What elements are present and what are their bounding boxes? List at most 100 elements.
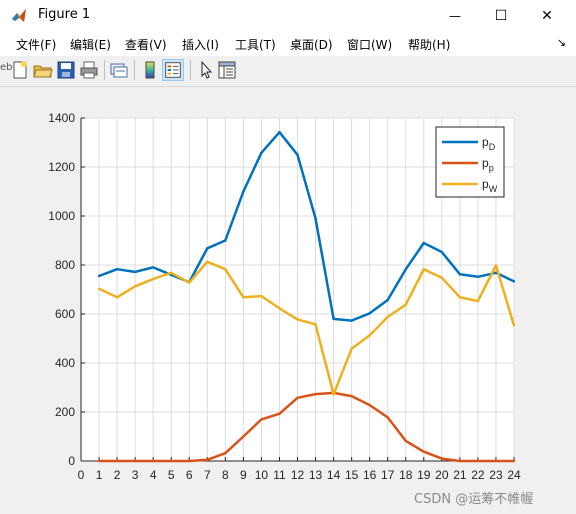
data-point bbox=[314, 323, 317, 326]
x-tick-label: 20 bbox=[435, 468, 449, 482]
menu-edit[interactable]: 编辑(E) bbox=[70, 36, 111, 53]
minimize-button[interactable]: — bbox=[432, 0, 478, 32]
data-point bbox=[188, 281, 191, 284]
x-tick-label: 14 bbox=[327, 468, 341, 482]
x-tick-label: 17 bbox=[381, 468, 395, 482]
title-bar: Figure 1 — ☐ ✕ bbox=[0, 0, 576, 32]
y-tick-label: 800 bbox=[55, 258, 75, 272]
menu-window[interactable]: 窗口(W) bbox=[347, 36, 392, 53]
x-tick-label: 23 bbox=[489, 468, 503, 482]
open-folder-icon[interactable] bbox=[32, 59, 54, 81]
data-point bbox=[206, 458, 209, 461]
x-tick-label: 8 bbox=[222, 468, 229, 482]
figure-window: Figure 1 — ☐ ✕ 文件(F) 编辑(E) 查看(V) 插入(I) 工… bbox=[0, 0, 576, 514]
save-icon[interactable] bbox=[55, 59, 77, 81]
data-point bbox=[278, 131, 281, 134]
data-point bbox=[476, 459, 480, 463]
data-point bbox=[440, 457, 444, 460]
data-point bbox=[206, 260, 209, 264]
toolbar-separator bbox=[190, 60, 191, 80]
data-point bbox=[115, 296, 119, 299]
data-point bbox=[133, 270, 137, 274]
data-point bbox=[97, 287, 101, 290]
x-tick-label: 0 bbox=[78, 468, 85, 482]
data-point bbox=[386, 416, 389, 419]
x-tick-label: 18 bbox=[399, 468, 413, 482]
close-icon: ✕ bbox=[541, 8, 553, 24]
menu-dock-arrow-icon[interactable]: ↘ bbox=[557, 36, 566, 49]
data-point bbox=[224, 451, 227, 455]
menu-file[interactable]: 文件(F) bbox=[16, 36, 56, 53]
data-point bbox=[260, 418, 263, 421]
data-point bbox=[314, 217, 317, 220]
data-point bbox=[386, 298, 389, 302]
menu-insert[interactable]: 插入(I) bbox=[182, 36, 219, 53]
menu-desktop[interactable]: 桌面(D) bbox=[290, 36, 333, 53]
data-point bbox=[350, 394, 353, 398]
data-point bbox=[260, 294, 263, 298]
data-point bbox=[404, 267, 407, 271]
data-point bbox=[350, 319, 353, 322]
x-tick-label: 10 bbox=[255, 468, 269, 482]
background-text-fragment: eb bbox=[0, 62, 13, 73]
data-point bbox=[512, 459, 516, 463]
data-point bbox=[440, 250, 444, 254]
data-point bbox=[260, 151, 263, 154]
maximize-button[interactable]: ☐ bbox=[478, 0, 524, 32]
x-tick-label: 16 bbox=[363, 468, 377, 482]
data-point bbox=[314, 392, 317, 396]
data-point bbox=[278, 412, 281, 415]
x-tick-label: 11 bbox=[273, 468, 286, 482]
maximize-icon: ☐ bbox=[494, 8, 508, 24]
data-point bbox=[422, 267, 425, 271]
x-tick-label: 13 bbox=[309, 468, 323, 482]
data-point bbox=[296, 318, 299, 321]
pointer-icon[interactable] bbox=[195, 59, 217, 81]
data-point bbox=[494, 264, 498, 267]
y-tick-label: 1000 bbox=[48, 209, 75, 223]
x-tick-label: 9 bbox=[240, 468, 247, 482]
data-point bbox=[115, 267, 119, 271]
minimize-icon: — bbox=[449, 9, 461, 23]
data-point bbox=[206, 247, 209, 250]
data-point bbox=[350, 347, 353, 350]
y-tick-label: 0 bbox=[68, 454, 75, 468]
y-tick-label: 600 bbox=[55, 307, 75, 321]
data-point bbox=[332, 393, 335, 396]
property-inspector-icon[interactable] bbox=[216, 59, 238, 81]
close-button[interactable]: ✕ bbox=[524, 0, 570, 32]
data-point bbox=[151, 459, 155, 463]
insert-legend-icon[interactable] bbox=[162, 59, 184, 81]
y-tick-label: 200 bbox=[55, 405, 75, 419]
watermark: CSDN @运筹不帷幄 bbox=[414, 492, 534, 507]
data-point bbox=[458, 459, 462, 463]
y-tick-label: 400 bbox=[55, 356, 75, 370]
data-point bbox=[151, 277, 155, 281]
data-point bbox=[97, 459, 101, 463]
data-point bbox=[368, 334, 371, 337]
data-point bbox=[133, 459, 137, 463]
link-icon[interactable] bbox=[108, 59, 130, 81]
x-tick-label: 2 bbox=[114, 468, 121, 482]
menu-bar: 文件(F) 编辑(E) 查看(V) 插入(I) 工具(T) 桌面(D) 窗口(W… bbox=[0, 32, 576, 56]
menu-help[interactable]: 帮助(H) bbox=[408, 36, 450, 53]
y-tick-label: 1400 bbox=[48, 111, 75, 125]
data-point bbox=[278, 307, 281, 310]
insert-colorbar-icon[interactable] bbox=[139, 59, 161, 81]
data-point bbox=[476, 299, 480, 303]
print-icon[interactable] bbox=[78, 59, 100, 81]
data-point bbox=[224, 239, 227, 242]
menu-tools[interactable]: 工具(T) bbox=[235, 36, 276, 53]
x-tick-label: 21 bbox=[453, 468, 467, 482]
data-point bbox=[296, 396, 299, 399]
menu-view[interactable]: 查看(V) bbox=[125, 36, 167, 53]
data-point bbox=[242, 296, 245, 299]
data-point bbox=[422, 450, 425, 453]
x-tick-label: 4 bbox=[150, 468, 157, 482]
data-point bbox=[404, 303, 407, 306]
data-point bbox=[404, 439, 407, 443]
x-tick-label: 19 bbox=[417, 468, 431, 482]
line-chart[interactable]: 0 1 2 3 4 5 6 7 8 9 10 11 12 13 14 15 16 17 18 19 20 21 22 23 24… bbox=[0, 87, 576, 487]
data-point bbox=[386, 315, 389, 319]
data-point bbox=[170, 459, 173, 463]
